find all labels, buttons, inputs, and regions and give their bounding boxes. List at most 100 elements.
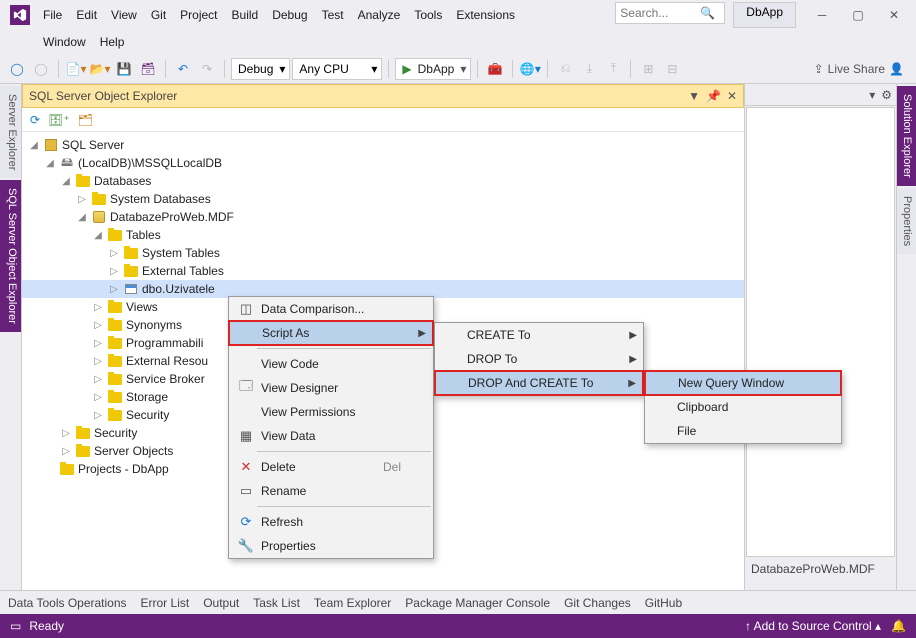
ctx-view-code[interactable]: View Code [229,352,433,376]
tree-node-systables[interactable]: System Tables [22,244,744,262]
search-input[interactable] [616,6,696,20]
notifications-icon[interactable]: 🔔 [891,619,906,633]
ctx-view-permissions[interactable]: View Permissions [229,400,433,424]
run-button[interactable]: ▶DbApp▾ [395,58,471,80]
dropdown-icon[interactable]: ▾ [869,88,875,102]
ctx-drop-to[interactable]: DROP To▶ [435,347,643,371]
dropdown-icon[interactable]: ▼ [688,89,700,103]
titlebar: FileEditViewGitProjectBuildDebugTestAnal… [0,0,916,30]
menu-git[interactable]: Git [144,5,173,25]
menu-build[interactable]: Build [225,5,266,25]
ctx-view-data[interactable]: ▦View Data [229,424,433,448]
ctx-data-comparison[interactable]: ◫Data Comparison... [229,297,433,321]
tree-node-instance[interactable]: 🖴(LocalDB)\MSSQLLocalDB [22,154,744,172]
tree-node-tables[interactable]: Tables [22,226,744,244]
menu-view[interactable]: View [104,5,144,25]
step-icon[interactable]: ⎌ [554,58,576,80]
add-source-control[interactable]: ↑ Add to Source Control ▴ [745,619,881,633]
bottom-tab[interactable]: Package Manager Console [405,596,550,610]
ctx-new-query-window[interactable]: New Query Window [644,370,842,396]
solution-name-button[interactable]: DbApp [733,2,796,28]
instance-icon: 🖴 [59,156,75,170]
save-all-button[interactable]: 🗃 [137,58,159,80]
bottom-tab[interactable]: Output [203,596,239,610]
menu-edit[interactable]: Edit [69,5,104,25]
forward-button[interactable]: ◯ [30,58,52,80]
undo-button[interactable]: ↶ [172,58,194,80]
toolbox-icon[interactable]: 🧰 [484,58,506,80]
ctx-delete[interactable]: ✕DeleteDel [229,455,433,479]
redo-button[interactable]: ↷ [196,58,218,80]
tab-server-explorer[interactable]: Server Explorer [0,86,21,178]
close-button[interactable]: ✕ [876,2,912,28]
align-icon[interactable]: ⊞ [637,58,659,80]
minimize-button[interactable]: ─ [804,2,840,28]
menu-row-2: WindowHelp [0,30,916,54]
context-menu-2: CREATE To▶ DROP To▶ DROP And CREATE To▶ [434,322,644,396]
gear-icon[interactable]: ⚙ [881,88,892,102]
status-indicator-icon: ▭ [10,619,21,633]
open-button[interactable]: 📂▾ [89,58,111,80]
menu-analyze[interactable]: Analyze [351,5,408,25]
live-share-button[interactable]: ⇪ Live Share 👤 [808,62,910,76]
platform-dropdown[interactable]: Any CPU▾ [292,58,382,80]
save-button[interactable]: 💾 [113,58,135,80]
menu-window[interactable]: Window [36,32,93,52]
preview-surface [746,107,895,557]
tree-node-database[interactable]: DatabazeProWeb.MDF [22,208,744,226]
browser-link-icon[interactable]: 🌐▾ [519,58,541,80]
new-project-button[interactable]: 📄▾ [65,58,87,80]
folder-icon [76,446,90,457]
ctx-view-designer[interactable]: 🗔View Designer [229,376,433,400]
bottom-tab[interactable]: GitHub [645,596,682,610]
bottom-tab[interactable]: Error List [141,596,190,610]
tree-node-exttables[interactable]: External Tables [22,262,744,280]
back-button[interactable]: ◯ [6,58,28,80]
search-box[interactable]: 🔍 [615,2,725,24]
bottom-tabs: Data Tools Operations Error List Output Tas… [0,590,916,614]
step-icon-2[interactable]: ⤓ [578,58,600,80]
ctx-clipboard[interactable]: Clipboard [645,395,841,419]
menu-help[interactable]: Help [93,32,132,52]
context-menu-3: New Query Window Clipboard File [644,370,842,444]
panel-toolbar: ⟳ 🗄⁺ 🗂 [22,108,744,132]
bottom-tab[interactable]: Data Tools Operations [8,596,127,610]
bottom-tab[interactable]: Git Changes [564,596,631,610]
pin-icon[interactable]: 📌 [706,89,721,103]
close-panel-icon[interactable]: ✕ [727,89,737,103]
config-dropdown[interactable]: Debug▾ [231,58,290,80]
step-icon-3[interactable]: ⤒ [602,58,624,80]
menu-file[interactable]: File [36,5,69,25]
align-icon-2[interactable]: ⊟ [661,58,683,80]
context-menu-1: ◫Data Comparison... Script As▶ View Code… [228,296,434,559]
folder-icon [108,374,122,385]
bottom-tab[interactable]: Team Explorer [314,596,391,610]
menu-test[interactable]: Test [315,5,351,25]
bottom-tab[interactable]: Task List [253,596,300,610]
tree-node-sysdb[interactable]: System Databases [22,190,744,208]
tree-node-sqlserver[interactable]: SQL Server [22,136,744,154]
panel-title: SQL Server Object Explorer [29,89,177,103]
add-server-icon[interactable]: 🗄⁺ [48,113,70,127]
ctx-create-to[interactable]: CREATE To▶ [435,323,643,347]
ctx-rename[interactable]: ▭Rename [229,479,433,503]
tab-sql-object-explorer[interactable]: SQL Server Object Explorer [0,180,21,332]
ctx-refresh[interactable]: ⟳Refresh [229,510,433,534]
menu-tools[interactable]: Tools [407,5,449,25]
tab-solution-explorer[interactable]: Solution Explorer [897,86,916,186]
ctx-dropcreate-to[interactable]: DROP And CREATE To▶ [434,370,644,396]
ctx-properties[interactable]: 🔧Properties [229,534,433,558]
folder-icon [92,194,106,205]
share-icon: ⇪ [814,62,824,76]
menu-project[interactable]: Project [173,5,224,25]
maximize-button[interactable]: ▢ [840,2,876,28]
ctx-file[interactable]: File [645,419,841,443]
group-icon[interactable]: 🗂 [78,113,93,127]
tab-properties[interactable]: Properties [897,188,916,254]
menu-extensions[interactable]: Extensions [449,5,522,25]
vs-logo-icon [10,5,30,25]
menu-debug[interactable]: Debug [265,5,314,25]
refresh-icon[interactable]: ⟳ [30,113,40,127]
tree-node-databases[interactable]: Databases [22,172,744,190]
ctx-script-as[interactable]: Script As▶ [228,320,434,346]
